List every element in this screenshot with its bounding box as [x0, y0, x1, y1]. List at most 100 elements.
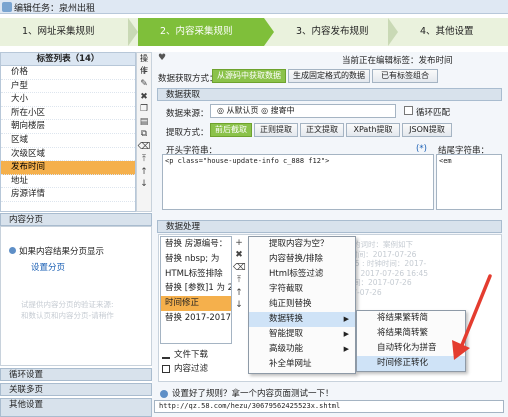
move-top-icon[interactable]: ⤒ [233, 274, 245, 286]
paste-icon[interactable]: ▤ [137, 116, 151, 128]
paging-hint: 如果内容结果分页显示 [9, 245, 104, 257]
tag-list-panel: 标签列表（14） 价格 户型 大小 所在小区 朝向楼层 区域 次级区域 发布时间 地址 房源详情 [0, 52, 136, 212]
data-fetch-section: 数据获取 [157, 88, 502, 101]
extract-xpath-button[interactable]: XPath提取 [346, 123, 400, 137]
move-top-icon[interactable]: ⤒ [137, 153, 151, 165]
extract-regex-button[interactable]: 正则提取 [254, 123, 298, 137]
help-icon [160, 389, 168, 398]
process-item[interactable]: HTML标签排除 [161, 267, 231, 282]
related-pages-header[interactable]: 关联多页 [0, 383, 152, 396]
step-content-rules[interactable]: 2、内容采集规则 [138, 18, 264, 46]
step-separator [264, 18, 274, 46]
current-label-text: 当前正在编辑标签：发布时间 [342, 56, 453, 66]
tag-list-header: 标签列表（14） [1, 53, 135, 66]
tag-item[interactable]: 朝向楼层 [1, 120, 135, 134]
trash-icon[interactable]: ⌫ [233, 262, 246, 274]
source-select[interactable]: ◎ 从默认页 ◎ 搜寄中 [210, 104, 396, 118]
submenu-item[interactable]: 将结果简转繁 [357, 326, 465, 341]
download-icon: ​ [162, 351, 170, 359]
window-titlebar: 编辑任务：泉州出租 [0, 0, 508, 14]
content-paging-panel: 如果内容结果分页显示 设置分页 试提供内容分页的验证来源: 和数认页和内容分页-… [0, 226, 152, 366]
fetch-mode-label: 数据获取方式： [158, 74, 218, 84]
fixed-format-button[interactable]: 生成固定格式的数据 [288, 69, 370, 83]
step-publish-rules[interactable]: 3、内容发布规则 [274, 18, 388, 46]
required-marker: (*) [416, 144, 427, 154]
process-item[interactable]: 替换 nbsp; 为 [161, 252, 231, 267]
process-item[interactable]: 替换 房源编号： [161, 237, 231, 252]
move-up-icon[interactable]: ↑ [233, 287, 245, 299]
loop-settings-header[interactable]: 循环设置 [0, 368, 152, 381]
tag-combination-button[interactable]: 已有标签组合 [372, 69, 438, 83]
tag-item[interactable]: 次级区域 [1, 148, 135, 162]
extract-json-button[interactable]: JSON提取 [402, 123, 452, 137]
submenu-arrow-icon: ▶ [343, 330, 349, 338]
edit-icon[interactable]: ✎ [137, 78, 151, 90]
copy-icon[interactable]: ❐ [137, 103, 151, 115]
context-menu-item[interactable]: 内容替换/排除 [249, 252, 355, 267]
tag-item[interactable]: 房源详情 [1, 188, 135, 202]
delete-icon[interactable]: ✖ [233, 249, 245, 261]
red-arrow-annotation [452, 274, 492, 360]
context-menu: 提取内容为空？ 内容替换/排除 Html标签过滤 字符截取 纯正则替换 数据转换 ▶ 智能提取… [248, 236, 356, 374]
setup-paging-link[interactable]: 设置分页 [31, 261, 65, 273]
context-menu-item[interactable]: 数据转换 ▶ [249, 312, 355, 327]
context-menu-item[interactable]: 提取内容为空？ [249, 237, 355, 252]
step-url-rules[interactable]: 1、网址采集规则 [0, 18, 128, 46]
pin-icon[interactable]: ♥ [158, 53, 166, 63]
step-separator [388, 18, 398, 46]
start-string-input[interactable]: <p class="house-update-info c_888 f12"> [162, 154, 434, 210]
step-other-settings[interactable]: 4、其他设置 [398, 18, 508, 46]
tag-item[interactable]: 户型 [1, 80, 135, 94]
loop-match-checkbox[interactable] [404, 106, 413, 115]
tag-item[interactable]: 发布时间 [1, 161, 135, 175]
extract-body-button[interactable]: 正文提取 [300, 123, 344, 137]
end-string-input[interactable]: <em [436, 154, 502, 210]
move-down-icon[interactable]: ↓ [233, 299, 245, 311]
tag-item[interactable]: 所在小区 [1, 107, 135, 121]
move-down-icon[interactable]: ↓ [137, 178, 151, 190]
submenu-item[interactable]: 时间修正转化 [357, 356, 465, 371]
trash-icon[interactable]: ⌫ [137, 141, 151, 153]
test-prompt: 设置好了规则？拿一个内容页面测试一下！ [160, 387, 334, 399]
file-download-option[interactable]: ​文件下载 [162, 348, 208, 360]
paging-watermark-text: 试提供内容分页的验证来源: 和数认页和内容分页-请稍作 [21, 300, 114, 320]
other-settings-header[interactable]: 其他设置 [0, 398, 152, 417]
add-icon[interactable]: + [233, 237, 245, 249]
tag-item[interactable]: 大小 [1, 93, 135, 107]
submenu-item[interactable]: 自动转化为拼音 [357, 341, 465, 356]
clone-icon[interactable]: ⧉ [137, 128, 151, 140]
extract-label: 提取方式： [166, 128, 209, 138]
tag-item[interactable]: 价格 [1, 66, 135, 80]
process-item[interactable]: 时间修正 [161, 296, 231, 311]
filter-icon [162, 364, 170, 373]
process-list: 替换 房源编号：替换 nbsp; 为HTML标签排除替换 [参数]1 为 20时… [160, 236, 232, 344]
test-url-input[interactable]: http://qz.58.com/hezu/30679562425523x.sh… [154, 400, 504, 413]
context-menu-item[interactable]: 智能提取 ▶ [249, 327, 355, 342]
context-menu-item[interactable]: 纯正则替换 [249, 297, 355, 312]
fetch-from-source-button[interactable]: 从源码中获取数据 [212, 69, 286, 83]
submenu-arrow-icon: ▶ [343, 315, 349, 323]
tag-item[interactable]: 地址 [1, 175, 135, 189]
context-menu-item[interactable]: Html标签过滤 [249, 267, 355, 282]
move-up-icon[interactable]: ↑ [137, 166, 151, 178]
op-header: 操作 [140, 54, 148, 75]
context-menu-item[interactable]: 字符截取 [249, 282, 355, 297]
tag-item[interactable]: 区域 [1, 134, 135, 148]
window-title: 编辑任务：泉州出租 [14, 4, 96, 14]
submenu-item[interactable]: 将结果繁转简 [357, 311, 465, 326]
content-paging-header[interactable]: 内容分页 [0, 213, 152, 226]
loop-match-label: 循环匹配 [416, 108, 451, 118]
step-separator [128, 18, 138, 46]
delete-icon[interactable]: ✖ [137, 91, 151, 103]
process-item[interactable]: 替换 2017-2017- 为 [161, 311, 231, 326]
process-item[interactable]: 替换 [参数]1 为 20 [161, 281, 231, 296]
source-label: 数据来源： [166, 109, 209, 119]
context-menu-item[interactable]: 高级功能 ▶ [249, 342, 355, 357]
extract-between-button[interactable]: 前后截取 [210, 123, 252, 137]
data-process-section: 数据处理 [157, 220, 502, 233]
content-filter-option[interactable]: 内容过滤 [162, 362, 208, 374]
steps-bar: 1、网址采集规则 2、内容采集规则 3、内容发布规则 4、其他设置 [0, 18, 508, 46]
submenu-arrow-icon: ▶ [343, 345, 349, 353]
context-menu-item[interactable]: 补全单网址 [249, 357, 355, 372]
process-operations: + ✖ ⌫ ⤒ ↑ ↓ [233, 236, 246, 344]
